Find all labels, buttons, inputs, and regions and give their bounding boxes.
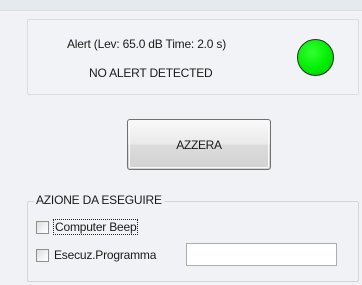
- alert-settings-text: Alert (Lev: 65.0 dB Time: 2.0 s): [67, 37, 227, 51]
- run-program-option[interactable]: Esecuz.Programma: [36, 248, 156, 262]
- program-path-input[interactable]: [186, 243, 337, 266]
- top-strip: [0, 0, 362, 11]
- alert-status-text: NO ALERT DETECTED: [89, 66, 213, 80]
- run-program-label[interactable]: Esecuz.Programma: [54, 248, 156, 262]
- run-program-checkbox[interactable]: [36, 248, 49, 262]
- computer-beep-option[interactable]: Computer Beep: [36, 219, 139, 235]
- alert-window: Alert (Lev: 65.0 dB Time: 2.0 s) NO ALER…: [0, 0, 362, 285]
- reset-button[interactable]: AZZERA: [127, 119, 271, 170]
- action-groupbox-title: AZIONE DA ESEGUIRE: [34, 193, 164, 207]
- alert-panel: Alert (Lev: 65.0 dB Time: 2.0 s) NO ALER…: [27, 19, 359, 95]
- computer-beep-checkbox[interactable]: [36, 220, 49, 234]
- status-indicator-led-icon: [297, 39, 334, 76]
- computer-beep-label[interactable]: Computer Beep: [52, 219, 139, 235]
- action-groupbox: AZIONE DA ESEGUIRE Computer Beep Esecuz.…: [27, 193, 359, 282]
